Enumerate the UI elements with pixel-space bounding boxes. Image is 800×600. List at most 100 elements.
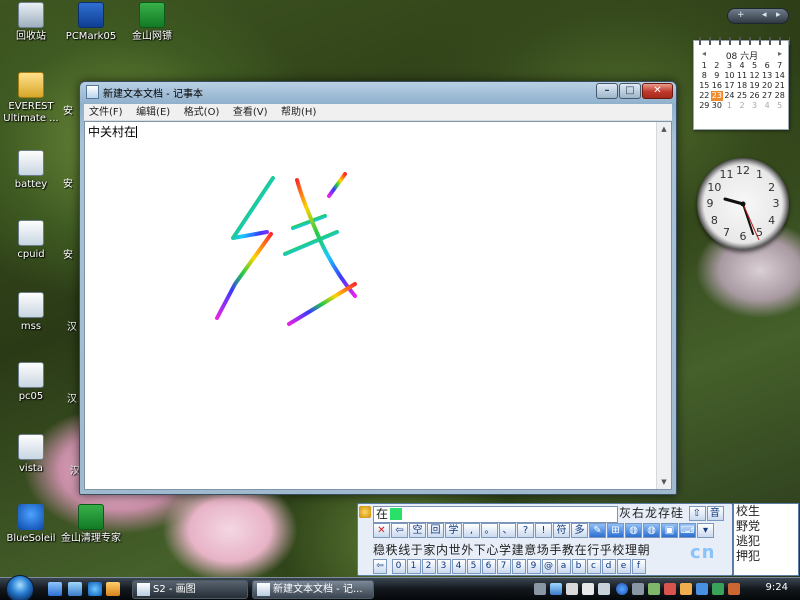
menu-file[interactable]: 文件(F)	[84, 104, 128, 121]
title-bar[interactable]: 新建文本文档 - 记事本 – □ ✕	[80, 82, 676, 102]
calendar-day[interactable]: 5	[748, 61, 761, 71]
desktop-icon-recycle-bin[interactable]: 回收站	[0, 2, 62, 43]
ime-dropdown-icon[interactable]: ▾	[697, 523, 714, 538]
calendar-day[interactable]: 17	[723, 81, 736, 91]
ime-key[interactable]: 3	[436, 559, 451, 574]
association-item[interactable]: 逃犯	[736, 534, 798, 549]
ime-globe2-icon[interactable]: ◍	[643, 523, 660, 538]
calendar-day[interactable]: 21	[773, 81, 786, 91]
desktop-icon-battey[interactable]: battey	[0, 150, 62, 191]
ime-key[interactable]: 9	[526, 559, 541, 574]
security-icon[interactable]	[664, 583, 676, 595]
desktop-icon-pc05[interactable]: pc05	[0, 362, 62, 403]
calendar-day[interactable]: 6	[761, 61, 774, 71]
page-up-button[interactable]: ⇧	[688, 506, 706, 521]
calendar-day[interactable]: 12	[748, 71, 761, 81]
power-icon[interactable]	[680, 583, 692, 595]
desktop-icon-pcmark[interactable]: PCMark05	[60, 2, 122, 43]
calendar-day[interactable]: 22	[698, 91, 711, 101]
ime-key[interactable]: b	[571, 559, 586, 574]
ime-pen-icon[interactable]: ✎	[589, 523, 606, 538]
ie-icon[interactable]	[88, 582, 102, 596]
language-icon[interactable]	[550, 583, 562, 595]
calendar-day[interactable]: 30	[711, 101, 724, 111]
taskbar-item-paint[interactable]: S2 - 画图	[132, 580, 248, 599]
tray-icon[interactable]	[598, 583, 610, 595]
clock-gadget[interactable]: 12 1 2 3 4 5 6 7 8 9 10 11	[697, 158, 789, 250]
maximize-button[interactable]: □	[619, 83, 641, 99]
scroll-up-icon[interactable]: ▲	[657, 122, 671, 136]
ime-multi-button[interactable]: 多	[571, 523, 588, 538]
calendar-day[interactable]: 2	[711, 61, 724, 71]
calendar-day[interactable]: 1	[698, 61, 711, 71]
candidate-list[interactable]: 灰右龙存硅	[619, 506, 684, 520]
ime-comma-button[interactable]: ,	[463, 523, 480, 538]
show-desktop-icon[interactable]	[48, 582, 62, 596]
ime-symbol-button[interactable]: 符	[553, 523, 570, 538]
menu-help[interactable]: 帮助(H)	[276, 104, 321, 121]
ime-exclaim-button[interactable]: !	[535, 523, 552, 538]
calendar-day[interactable]: 27	[761, 91, 774, 101]
desktop-icon-vista[interactable]: vista	[0, 434, 62, 475]
calendar-day[interactable]: 13	[761, 71, 774, 81]
association-item[interactable]: 押犯	[736, 549, 798, 564]
next-icon[interactable]: ▸	[776, 10, 781, 20]
ime-arrow-icon[interactable]: ⇦	[373, 559, 387, 574]
notepad-window[interactable]: 新建文本文档 - 记事本 – □ ✕ 文件(F) 编辑(E) 格式(O) 查看(…	[79, 81, 677, 495]
help-icon[interactable]	[616, 583, 628, 595]
ime-key[interactable]: 4	[451, 559, 466, 574]
calendar-day[interactable]: 8	[698, 71, 711, 81]
calendar-day[interactable]: 24	[723, 91, 736, 101]
ime-association-list[interactable]: 校生 野党 逃犯 押犯	[733, 503, 799, 576]
ime-key[interactable]: e	[616, 559, 631, 574]
calendar-day[interactable]: 26	[748, 91, 761, 101]
calendar-day[interactable]: 18	[736, 81, 749, 91]
ime-backspace-button[interactable]: ⇦	[391, 523, 408, 538]
calendar-day[interactable]: 7	[773, 61, 786, 71]
switch-windows-icon[interactable]	[68, 582, 82, 596]
calendar-day[interactable]: 5	[773, 101, 786, 111]
antivirus-icon[interactable]	[712, 583, 724, 595]
ime-image-icon[interactable]: ▣	[661, 523, 678, 538]
calendar-day[interactable]: 3	[723, 61, 736, 71]
ime-key[interactable]: 6	[481, 559, 496, 574]
calendar-gadget[interactable]: ◂ 08 六月 ▸ 1 2 3 4 5 6 7 8 9 10 11 12 13 14 15 16 17 18 19 2…	[693, 37, 790, 130]
prev-month-icon[interactable]: ◂	[702, 49, 706, 58]
desktop-icon-mss[interactable]: mss	[0, 292, 62, 333]
network-icon[interactable]	[648, 583, 660, 595]
calendar-day[interactable]: 9	[711, 71, 724, 81]
calendar-day[interactable]: 19	[748, 81, 761, 91]
ime-key[interactable]: a	[556, 559, 571, 574]
ime-key[interactable]: 8	[511, 559, 526, 574]
desktop-icon-jinshan-firewall[interactable]: 金山网镖	[121, 2, 183, 43]
sidebar-controls[interactable]: + ◂ ▸	[727, 8, 789, 24]
calendar-day[interactable]: 25	[736, 91, 749, 101]
desktop-icon-cpuid[interactable]: cpuid	[0, 220, 62, 261]
desktop-icon-bluesoleil[interactable]: BlueSoleil	[0, 504, 62, 545]
menu-edit[interactable]: 编辑(E)	[131, 104, 175, 121]
vertical-scrollbar[interactable]: ▲ ▼	[656, 122, 671, 489]
desktop-icon-jinshan-cleaner[interactable]: 金山清理专家	[60, 504, 122, 545]
ime-key[interactable]: d	[601, 559, 616, 574]
previous-icon[interactable]: ◂	[762, 10, 767, 20]
ime-key[interactable]: 1	[406, 559, 421, 574]
next-month-icon[interactable]: ▸	[778, 49, 782, 58]
taskbar-item-notepad[interactable]: 新建文本文档 - 记...	[252, 580, 374, 599]
update-icon[interactable]	[728, 583, 740, 595]
calendar-day[interactable]: 20	[761, 81, 774, 91]
ime-key[interactable]: f	[631, 559, 646, 574]
media-icon[interactable]	[106, 582, 120, 596]
scroll-down-icon[interactable]: ▼	[657, 475, 671, 489]
ime-enter-button[interactable]: 回	[427, 523, 444, 538]
volume-icon[interactable]	[632, 583, 644, 595]
ime-key[interactable]: 7	[496, 559, 511, 574]
add-gadget-icon[interactable]: +	[737, 10, 745, 20]
input-mode-icon[interactable]	[582, 583, 594, 595]
ime-keyboard-icon[interactable]: ⌨	[679, 523, 696, 538]
calendar-day[interactable]: 4	[761, 101, 774, 111]
ime-period-button[interactable]: 。	[481, 523, 498, 538]
calendar-day[interactable]: 3	[748, 101, 761, 111]
ime-grid-icon[interactable]: ⊞	[607, 523, 624, 538]
calendar-day[interactable]: 16	[711, 81, 724, 91]
ime-composition[interactable]: 在	[373, 506, 618, 523]
